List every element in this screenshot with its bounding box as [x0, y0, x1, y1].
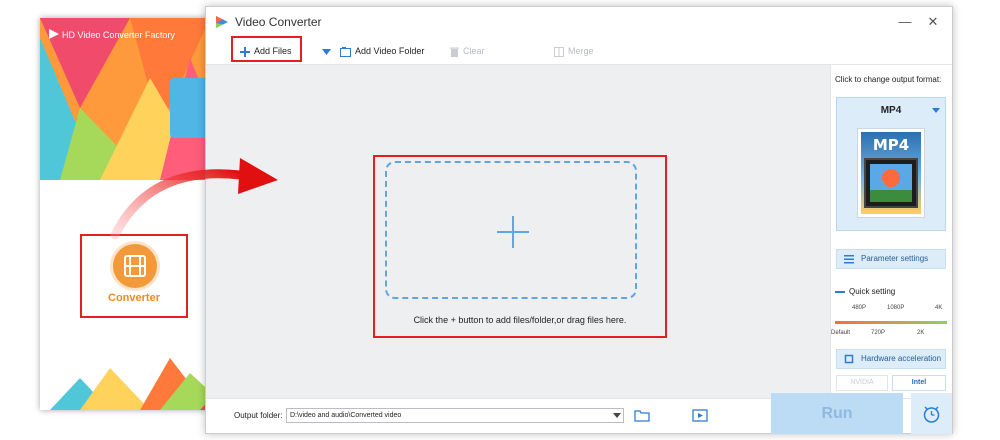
quality-tick-2k: 2K	[917, 330, 925, 336]
quick-setting-icon	[835, 290, 845, 293]
run-button[interactable]: Run	[771, 393, 903, 434]
parameter-settings-label: Parameter settings	[861, 254, 929, 263]
output-folder-value: D:\video and audio\Converted video	[290, 412, 402, 419]
merge-icon	[554, 46, 564, 57]
converter-label: Converter	[108, 292, 160, 304]
add-video-folder-button[interactable]: Add Video Folder	[340, 43, 424, 59]
filmstrip-icon	[864, 158, 918, 208]
clear-label: Clear	[463, 46, 485, 56]
video-converter-window: Video Converter — ✕ Add Files Add Video …	[205, 6, 953, 434]
merge-button[interactable]: Merge	[554, 43, 594, 59]
quality-tick-1080p: 1080P	[887, 305, 905, 311]
add-video-folder-label: Add Video Folder	[355, 46, 425, 56]
mp4-thumb-background: MP4	[861, 132, 921, 214]
hardware-acceleration-button[interactable]: Hardware acceleration	[836, 349, 946, 369]
hardware-acceleration-label: Hardware acceleration	[861, 354, 942, 363]
sliders-icon	[844, 255, 854, 264]
drop-zone-highlight: Click the + button to add files/folder,o…	[373, 155, 667, 338]
launcher-logo-icon	[49, 29, 59, 39]
add-plus-icon-vertical	[512, 216, 514, 248]
clear-button[interactable]: Clear	[450, 43, 485, 59]
quality-tick-720p: 720P	[871, 330, 886, 336]
trash-icon	[450, 47, 459, 57]
add-files-highlight	[231, 36, 302, 62]
parameter-settings-button[interactable]: Parameter settings	[836, 249, 946, 269]
minimize-button[interactable]: —	[896, 13, 914, 31]
change-format-label: Click to change output format:	[835, 75, 942, 84]
format-dropdown-icon	[932, 108, 940, 113]
screenshot-stage: HD Video Converter Factory Converter Vid…	[0, 0, 1000, 440]
import-video-icon[interactable]	[692, 409, 708, 422]
mp4-format-icon: MP4	[857, 128, 925, 218]
quality-slider[interactable]	[835, 321, 947, 324]
output-folder-field[interactable]: D:\video and audio\Converted video	[286, 408, 624, 423]
output-folder-dropdown-icon[interactable]	[613, 413, 621, 418]
drop-hint-text: Click the + button to add files/folder,o…	[413, 315, 627, 325]
converter-film-icon	[113, 244, 157, 288]
intel-option[interactable]: Intel	[892, 375, 946, 391]
caret-down-icon	[322, 48, 331, 55]
alarm-clock-icon	[923, 406, 940, 423]
open-folder-icon[interactable]	[634, 409, 650, 422]
app-logo-icon	[216, 16, 228, 28]
output-format-selector[interactable]: MP4 MP4	[836, 97, 946, 231]
quick-setting-label: Quick setting	[835, 287, 895, 296]
format-name: MP4	[880, 105, 902, 116]
title-bar: Video Converter — ✕	[206, 7, 952, 37]
hardware-options: NVIDIA Intel	[836, 375, 946, 391]
quality-tick-default: Default	[831, 330, 851, 336]
toolbar: Add Files Add Video Folder Clear Merge	[206, 37, 952, 65]
add-dropdown-button[interactable]	[322, 43, 335, 59]
quality-tick-480p: 480P	[852, 305, 867, 311]
folder-add-icon	[340, 46, 351, 57]
drop-zone[interactable]	[385, 161, 637, 299]
chip-icon	[844, 354, 854, 364]
quick-setting-text: Quick setting	[849, 287, 896, 296]
nvidia-option[interactable]: NVIDIA	[836, 375, 888, 391]
converter-tile[interactable]: Converter	[80, 234, 188, 318]
file-drop-area: Click the + button to add files/folder,o…	[206, 65, 830, 398]
output-format-panel: Click to change output format: MP4 MP4 P…	[830, 65, 952, 398]
window-title: Video Converter	[235, 15, 322, 29]
alarm-clock-button[interactable]	[911, 393, 952, 434]
merge-label: Merge	[568, 46, 594, 56]
close-button[interactable]: ✕	[924, 13, 942, 31]
mp4-thumb-label: MP4	[872, 136, 910, 154]
output-folder-label: Output folder:	[234, 411, 283, 420]
quality-tick-4k: 4K	[935, 305, 943, 311]
bottom-bar: Output folder: D:\video and audio\Conver…	[206, 393, 952, 434]
launcher-title: HD Video Converter Factory	[62, 30, 175, 40]
